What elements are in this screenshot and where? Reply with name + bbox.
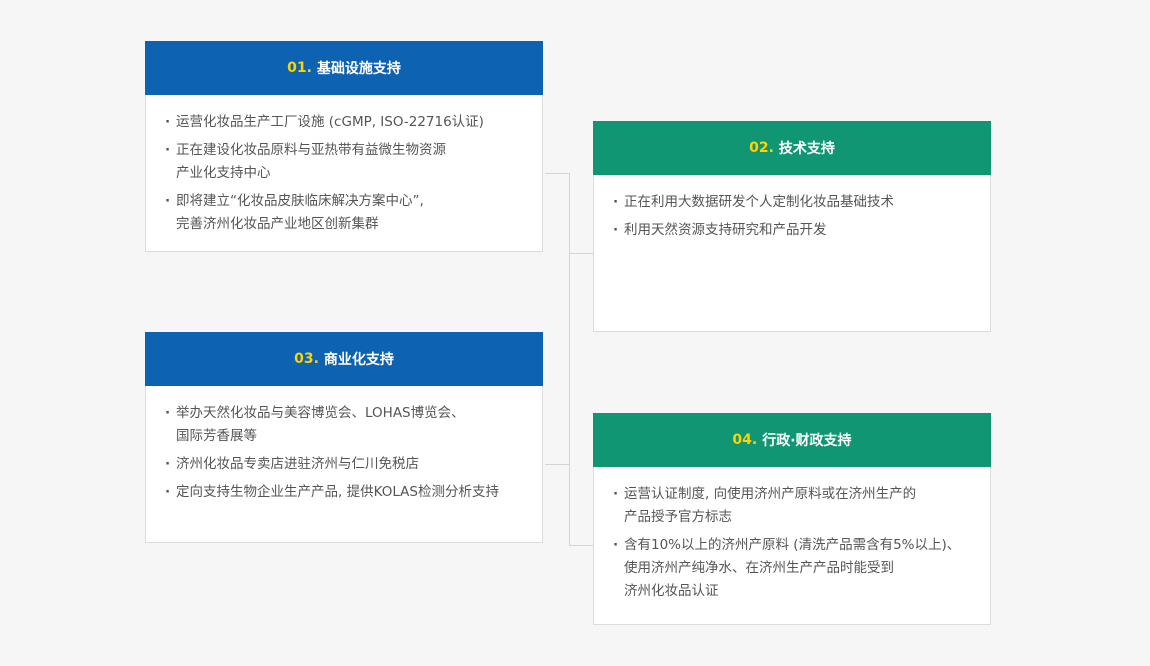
card-number: 01. [287, 60, 312, 76]
card-title: 行政·财政支持 [762, 433, 852, 449]
card-number: 03. [294, 351, 319, 367]
card-commercialization-support: 03. 商业化支持 举办天然化妆品与美容博览会、LOHAS博览会、 国际芳香展等… [145, 332, 543, 543]
list-item: 运营化妆品生产工厂设施 (cGMP, ISO-22716认证) [165, 111, 524, 134]
card-infrastructure-support: 01. 基础设施支持 运营化妆品生产工厂设施 (cGMP, ISO-22716认… [145, 41, 543, 252]
bullet-list: 举办天然化妆品与美容博览会、LOHAS博览会、 国际芳香展等 济州化妆品专卖店进… [165, 402, 524, 504]
card-body: 举办天然化妆品与美容博览会、LOHAS博览会、 国际芳香展等 济州化妆品专卖店进… [146, 386, 542, 519]
card-header: 01. 基础设施支持 [145, 41, 543, 95]
bullet-list: 正在利用大数据研发个人定制化妆品基础技术 利用天然资源支持研究和产品开发 [613, 191, 972, 242]
list-item: 正在利用大数据研发个人定制化妆品基础技术 [613, 191, 972, 214]
list-item: 利用天然资源支持研究和产品开发 [613, 219, 972, 242]
bullet-list: 运营认证制度, 向使用济州产原料或在济州生产的 产品授予官方标志 含有10%以上… [613, 483, 972, 603]
list-item: 正在建设化妆品原料与亚热带有益微生物资源 产业化支持中心 [165, 139, 524, 185]
list-item: 举办天然化妆品与美容博览会、LOHAS博览会、 国际芳香展等 [165, 402, 524, 448]
bullet-list: 运营化妆品生产工厂设施 (cGMP, ISO-22716认证) 正在建设化妆品原… [165, 111, 524, 236]
card-technical-support: 02. 技术支持 正在利用大数据研发个人定制化妆品基础技术 利用天然资源支持研究… [593, 121, 991, 332]
card-body: 运营认证制度, 向使用济州产原料或在济州生产的 产品授予官方标志 含有10%以上… [594, 467, 990, 618]
list-item: 运营认证制度, 向使用济州产原料或在济州生产的 产品授予官方标志 [613, 483, 972, 529]
list-item: 定向支持生物企业生产产品, 提供KOLAS检测分析支持 [165, 481, 524, 504]
card-number: 02. [749, 140, 774, 156]
list-item: 济州化妆品专卖店进驻济州与仁川免税店 [165, 453, 524, 476]
list-item: 含有10%以上的济州产原料 (清洗产品需含有5%以上)、 使用济州产纯净水、在济… [613, 534, 972, 603]
card-number: 04. [732, 432, 758, 448]
card-title: 技术支持 [778, 141, 835, 157]
card-title: 基础设施支持 [316, 61, 401, 77]
card-title: 商业化支持 [323, 352, 394, 368]
list-item: 即将建立“化妆品皮肤临床解决方案中心”, 完善济州化妆品产业地区创新集群 [165, 190, 524, 236]
card-body: 运营化妆品生产工厂设施 (cGMP, ISO-22716认证) 正在建设化妆品原… [146, 95, 542, 251]
card-header: 03. 商业化支持 [145, 332, 543, 386]
card-administrative-financial-support: 04. 行政·财政支持 运营认证制度, 向使用济州产原料或在济州生产的 产品授予… [593, 413, 991, 625]
card-header: 04. 行政·财政支持 [593, 413, 991, 467]
card-header: 02. 技术支持 [593, 121, 991, 175]
card-body: 正在利用大数据研发个人定制化妆品基础技术 利用天然资源支持研究和产品开发 [594, 175, 990, 257]
